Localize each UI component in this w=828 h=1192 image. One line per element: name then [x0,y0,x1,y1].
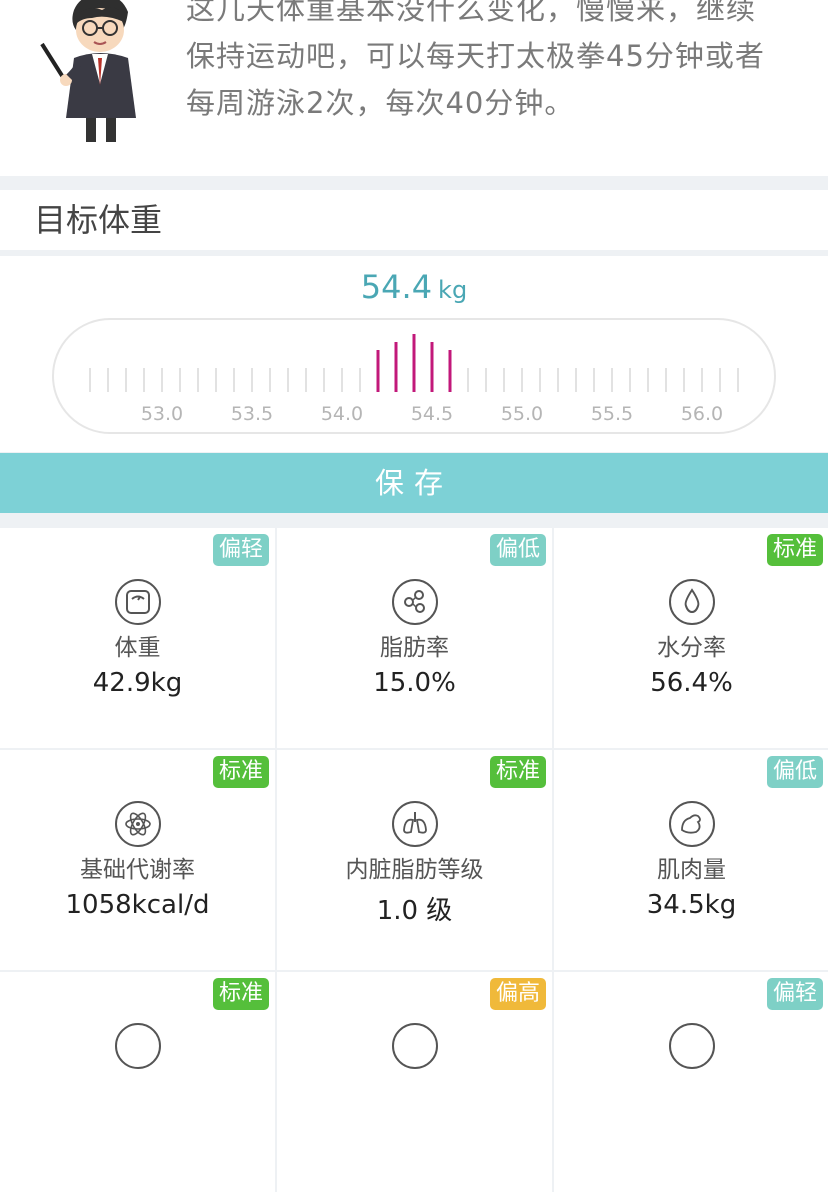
metric-card[interactable]: 偏轻 [554,972,828,1192]
body-icon [391,1023,438,1069]
status-badge: 偏高 [489,978,546,1010]
ruler-tick-label: 53.0 [141,403,183,425]
report-icon [668,1023,715,1069]
metric-card[interactable]: 偏低脂肪率 15.0% [277,528,552,748]
metric-label: 体重 [114,635,161,661]
metric-card[interactable]: 标准水分率 56.4% [554,528,828,748]
metric-label: 水分率 [657,635,726,661]
scale-icon [114,579,161,625]
status-badge: 标准 [212,756,269,788]
target-value-display: 54.4 kg [0,268,828,306]
molecule-icon [391,579,438,625]
metric-label: 肌肉量 [657,857,726,883]
status-badge: 偏低 [766,756,823,788]
metric-card[interactable]: 标准 [0,972,275,1192]
metric-value: 1058kcal/d [65,890,210,920]
lungs-icon [391,801,438,847]
ruler-tick-label: 54.0 [321,403,363,425]
metric-value: 56.4% [650,668,733,698]
water-drop-icon [668,579,715,625]
weight-picker: 54.4 kg 53.0 53.5 54.0 54.5 55.0 55.5 56.0 [0,256,828,452]
metric-label: 基础代谢率 [80,857,195,883]
tip-line-2: 保持运动吧，可以每天打太极拳45分钟或者 [186,39,765,73]
metric-card[interactable]: 偏低肌肉量 34.5kg [554,750,828,970]
target-value: 54.4 [360,268,433,306]
weight-ruler-slider[interactable]: 53.0 53.5 54.0 54.5 55.0 55.5 56.0 [52,318,776,434]
atom-icon [114,801,161,847]
metric-card[interactable]: 偏高 [277,972,552,1192]
ruler-scale[interactable]: 53.0 53.5 54.0 54.5 55.0 55.5 56.0 [54,320,774,432]
section-title: 目标体重 [0,190,828,250]
status-badge: 偏轻 [212,534,269,566]
metrics-grid: 偏轻 体重 42.9kg 偏低 脂肪率 15.0% 标准 水分率 56.4% 标准 基础代谢率 105… [0,528,828,1192]
metric-card[interactable]: 标准基础代谢率 1058kcal/d [0,750,275,970]
status-badge: 标准 [489,756,546,788]
metric-label: 脂肪率 [380,635,449,661]
metric-value: 1.0 级 [376,896,453,926]
ruler-tick-label: 55.0 [501,403,543,425]
teacher-avatar-icon [40,0,136,142]
metric-label: 内脏脂肪等级 [345,857,484,883]
status-badge: 标准 [766,534,823,566]
tip-line-3: 每周游泳2次，每次40分钟。 [186,86,575,120]
metric-card[interactable]: 标准内脏脂肪等级 1.0 级 [277,750,552,970]
ruler-tick-label: 56.0 [681,403,723,425]
target-unit: kg [438,276,468,304]
metric-value: 15.0% [373,668,456,698]
tip-line-1: 这几天体重基本没什么变化，慢慢来，继续 [186,0,757,26]
tip-card: 这几天体重基本没什么变化，慢慢来，继续 保持运动吧，可以每天打太极拳45分钟或者… [0,0,828,176]
status-badge: 标准 [212,978,269,1010]
ruler-tick-label: 55.5 [591,403,633,425]
ruler-tick-label: 53.5 [231,403,273,425]
target-weight-title: 目标体重 [34,201,163,239]
status-badge: 偏低 [489,534,546,566]
metric-value: 42.9kg [92,668,183,698]
status-badge: 偏轻 [766,978,823,1010]
metric-value: 34.5kg [646,890,737,920]
save-button[interactable]: 保存 [0,453,828,513]
metric-card[interactable]: 偏轻体重 42.9kg [0,528,275,748]
muscle-icon [668,801,715,847]
bone-icon [114,1023,161,1069]
ruler-tick-label: 54.5 [411,403,453,425]
